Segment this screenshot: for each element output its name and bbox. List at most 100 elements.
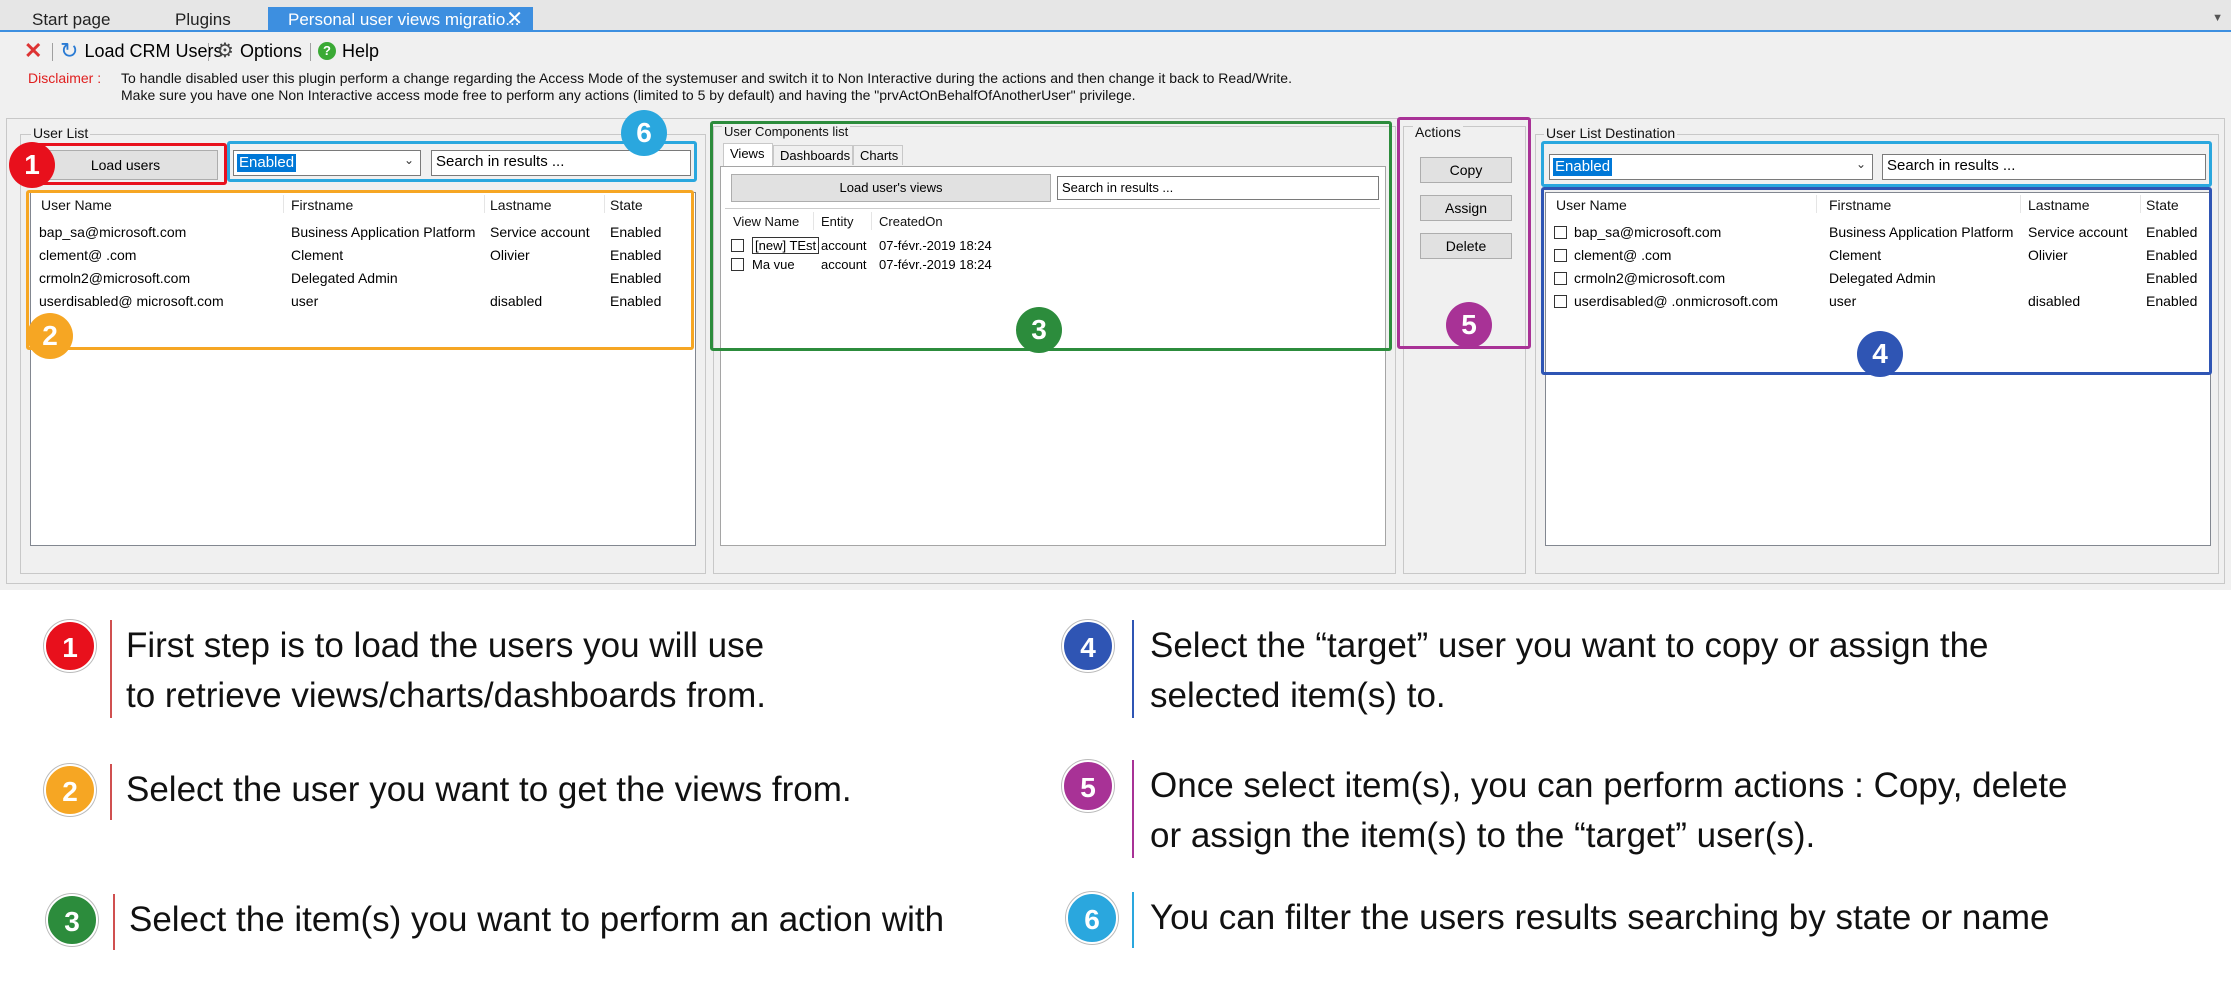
views-list[interactable]: View Name Entity CreatedOn [new] TEst ac…	[725, 210, 995, 288]
cell-state: Enabled	[610, 293, 662, 309]
column-header-lastname[interactable]: Lastname	[490, 197, 551, 213]
column-divider	[2140, 195, 2141, 213]
components-group-label: User Components list	[722, 124, 851, 139]
row-checkbox[interactable]	[1554, 226, 1567, 239]
step-4-badge: 4	[1857, 331, 1903, 377]
toolbar-separator	[310, 43, 311, 61]
tab-label: Start page	[32, 10, 111, 29]
tab-label: Plugins	[175, 10, 231, 29]
divider	[110, 620, 112, 718]
row-checkbox[interactable]	[1554, 249, 1567, 262]
copy-button[interactable]: Copy	[1420, 157, 1512, 183]
cell-username: clement@ .com	[1574, 247, 1672, 263]
chevron-down-icon[interactable]: ▼	[2212, 12, 2223, 24]
user-state-filter[interactable]: Enabled ⌄	[233, 150, 421, 176]
user-list-view[interactable]: User Name Firstname Lastname State bap_s…	[30, 192, 696, 546]
column-header-lastname[interactable]: Lastname	[2028, 197, 2089, 213]
step-1-badge: 1	[9, 142, 55, 188]
disclaimer-label: Disclaimer :	[28, 70, 102, 86]
load-users-button[interactable]: Load users	[33, 150, 218, 180]
column-header-username[interactable]: User Name	[1556, 197, 1627, 213]
step-6-badge: 6	[621, 110, 667, 156]
load-crm-users-button[interactable]: ↻ Load CRM Users	[60, 36, 222, 66]
tab-charts[interactable]: Charts	[853, 145, 903, 165]
app-window: Start page Plugins Personal user views m…	[0, 0, 2231, 590]
column-header-createdon[interactable]: CreatedOn	[879, 214, 943, 229]
column-header-firstname[interactable]: Firstname	[1829, 197, 1891, 213]
cell-state: Enabled	[2146, 270, 2198, 286]
help-button[interactable]: ? Help	[318, 36, 379, 66]
cell-lastname: disabled	[2028, 293, 2081, 309]
column-header-entity[interactable]: Entity	[821, 214, 854, 229]
step-2-badge: 2	[27, 313, 73, 359]
column-divider	[2020, 195, 2021, 213]
destination-state-filter[interactable]: Enabled ⌄	[1549, 154, 1873, 180]
column-header-username[interactable]: User Name	[41, 197, 112, 213]
cell-state: Enabled	[2146, 247, 2198, 263]
cell-view-name: [new] TEst	[752, 237, 820, 254]
load-user-views-button[interactable]: Load user's views	[731, 174, 1051, 202]
cell-username: clement@ .com	[39, 247, 137, 263]
step-1-badge: 1	[44, 620, 96, 672]
gear-icon: ⚙	[216, 40, 234, 62]
toolbar-separator	[208, 43, 209, 61]
row-checkbox[interactable]	[731, 258, 744, 271]
cell-username: userdisabled@ microsoft.com	[39, 293, 224, 309]
destination-search-input[interactable]: Search in results ...	[1882, 154, 2206, 180]
column-divider	[813, 212, 814, 230]
legend-text: selected item(s) to.	[1150, 676, 1446, 715]
tab-views[interactable]: Views	[723, 143, 773, 166]
destination-state-filter-value: Enabled	[1553, 158, 1613, 176]
cell-username: bap_sa@microsoft.com	[1574, 224, 1722, 240]
cell-username: crmoln2@microsoft.com	[39, 270, 191, 286]
user-list-group-label: User List	[31, 125, 91, 141]
user-state-filter-value: Enabled	[237, 154, 297, 172]
row-checkbox[interactable]	[1554, 295, 1567, 308]
step-3-badge: 3	[1016, 307, 1062, 353]
divider	[110, 764, 112, 820]
close-tool-button[interactable]: ✕	[24, 36, 42, 66]
refresh-icon: ↻	[60, 38, 79, 63]
toolbar-separator	[52, 43, 53, 61]
cell-firstname: user	[291, 293, 319, 309]
cell-state: Enabled	[610, 224, 662, 240]
close-icon[interactable]: ✕	[506, 7, 523, 32]
divider	[725, 208, 1380, 209]
chevron-down-icon: ⌄	[403, 153, 414, 167]
column-header-state[interactable]: State	[610, 197, 643, 213]
step-2-badge: 2	[44, 764, 96, 816]
cell-firstname: Business Application Platform	[1829, 224, 2014, 240]
cell-username: crmoln2@microsoft.com	[1574, 270, 1726, 286]
cell-lastname: Olivier	[2028, 247, 2068, 263]
delete-button[interactable]: Delete	[1420, 233, 1512, 259]
disclaimer-text: To handle disabled user this plugin perf…	[121, 70, 1421, 104]
views-search-input[interactable]: Search in results ...	[1057, 176, 1379, 200]
chevron-down-icon: ⌄	[1855, 157, 1866, 171]
cell-createdon: 07-févr.-2019 18:24	[879, 238, 992, 253]
divider	[1132, 760, 1134, 858]
disclaimer-line: Make sure you have one Non Interactive a…	[121, 87, 1136, 103]
column-header-firstname[interactable]: Firstname	[291, 197, 353, 213]
cell-view-name: Ma vue	[752, 257, 795, 272]
cell-state: Enabled	[610, 270, 662, 286]
tab-dashboards[interactable]: Dashboards	[773, 145, 853, 165]
cell-lastname: Olivier	[490, 247, 530, 263]
step-5-badge: 5	[1062, 760, 1114, 812]
tab-label: Personal user views migratio...	[288, 10, 520, 29]
assign-button[interactable]: Assign	[1420, 195, 1512, 221]
step-4-badge: 4	[1062, 620, 1114, 672]
tab-plugins[interactable]: Plugins	[145, 7, 265, 32]
row-checkbox[interactable]	[1554, 272, 1567, 285]
tab-start-page[interactable]: Start page	[2, 7, 142, 32]
tab-personal-user-views[interactable]: Personal user views migratio... ✕	[268, 7, 533, 32]
step-3-badge: 3	[46, 894, 98, 946]
legend-text: Once select item(s), you can perform act…	[1150, 766, 2068, 805]
legend-text: Select the item(s) you want to perform a…	[129, 900, 945, 939]
cell-createdon: 07-févr.-2019 18:24	[879, 257, 992, 272]
row-checkbox[interactable]	[731, 239, 744, 252]
cell-state: Enabled	[2146, 293, 2198, 309]
cell-state: Enabled	[2146, 224, 2198, 240]
options-button[interactable]: ⚙ Options	[216, 36, 302, 66]
column-header-state[interactable]: State	[2146, 197, 2179, 213]
column-header-view-name[interactable]: View Name	[733, 214, 799, 229]
